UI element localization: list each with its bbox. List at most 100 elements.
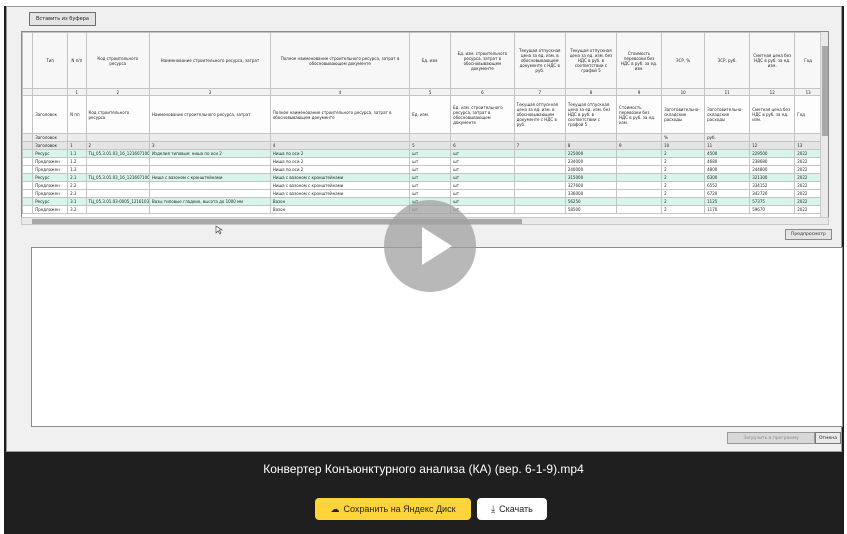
table-cell[interactable] [32,88,69,96]
table-cell[interactable]: 9 [616,88,663,96]
table-cell[interactable]: 336000 [564,189,618,198]
table-cell[interactable]: Текущая отпускная цена за ед. изм. в обо… [513,32,566,89]
table-cell[interactable]: шт [450,157,515,166]
table-cell[interactable]: Ед. изм. строительного ресурса, затрат в… [450,95,515,134]
table-cell[interactable]: 6720 [704,189,751,198]
save-to-yandex-disk-button[interactable]: ☁ Сохранить на Яндекс Диск [315,498,471,520]
table-cell[interactable]: Ед. изм. [409,32,452,89]
table-cell[interactable]: 2 [661,165,706,174]
table-cell[interactable]: 6552 [704,181,751,190]
table-cell[interactable]: 11 [704,141,751,150]
table-cell[interactable]: 238680 [749,157,796,166]
table-cell[interactable]: Код строительного ресурса [85,95,150,134]
table-cell[interactable]: 59670 [749,205,796,214]
table-cell[interactable]: Текущая отпускная цена за ед. изм. без Н… [564,32,618,89]
table-cell[interactable]: 7 [513,141,566,150]
table-cell[interactable]: шт [450,165,515,174]
table-cell[interactable]: 2 [661,189,706,198]
table-cell[interactable]: Ресурс [32,173,69,182]
table-cell[interactable]: 6 [450,88,515,96]
table-cell[interactable] [85,157,150,166]
table-cell[interactable]: 2 [661,205,706,214]
table-cell[interactable] [22,133,34,142]
table-cell[interactable]: Предложен [32,181,69,190]
table-cell[interactable]: 2.1 [67,173,87,182]
paste-from-clipboard-button[interactable]: Вставить из буфера [29,12,96,26]
table-cell[interactable]: 3 [149,88,271,96]
table-cell[interactable]: 4800 [704,165,751,174]
table-cell[interactable]: Стоимость перевозки без НДС в руб. за ед… [616,95,663,134]
table-cell[interactable]: 8 [564,141,618,150]
table-cell[interactable] [616,165,663,174]
table-row[interactable]: Ресурс 1.1 ТЦ_05.3.01.03_16_1216071008 Изде… [22,149,822,158]
resource-grid[interactable]: Тип N п/п Код строительного ресурса Наимено… [21,31,829,225]
table-cell[interactable]: 2.3 [67,189,87,198]
table-cell[interactable]: Предложен [32,157,69,166]
table-cell[interactable]: 11 [704,88,751,96]
table-cell[interactable] [564,133,618,142]
table-cell[interactable] [22,88,34,96]
table-cell[interactable]: 315000 [564,173,618,182]
table-cell[interactable] [22,197,34,206]
table-cell[interactable]: Вазон [269,197,411,206]
table-cell[interactable]: Наименование строительного ресурса, затр… [149,95,271,134]
table-cell[interactable]: Полное наименование строительного ресурс… [269,95,411,134]
table-cell[interactable] [85,189,150,198]
table-cell[interactable] [513,165,566,174]
table-cell[interactable]: 327600 [564,181,618,190]
table-cell[interactable]: Изделия типовые: ниша по оси 2 [149,149,271,158]
table-cell[interactable]: Год [794,95,822,134]
table-cell[interactable]: шт [450,149,515,158]
table-cell[interactable]: 2 [85,141,150,150]
table-cell[interactable]: 3.2 [67,205,87,214]
table-cell[interactable]: 10 [661,88,706,96]
table-cell[interactable] [269,133,411,142]
table-cell[interactable]: шт [450,181,515,190]
table-row[interactable]: Предложен 1.2 Ниша по оси 2 шт шт 234000 2 4680… [22,157,822,166]
table-cell[interactable]: шт [409,173,452,182]
table-cell[interactable] [85,181,150,190]
table-row[interactable]: Предложен 2.2 Ниша с вазоном с кронштейнам… [22,181,822,190]
table-cell[interactable]: 1 [67,88,87,96]
table-cell[interactable] [22,181,34,190]
table-cell[interactable]: 229500 [749,149,796,158]
table-cell[interactable] [22,189,34,198]
table-cell[interactable]: 2022 [794,189,822,198]
table-cell[interactable]: 342720 [749,189,796,198]
table-cell[interactable] [513,133,566,142]
table-cell[interactable]: 4 [269,141,411,150]
table-cell[interactable]: шт [409,149,452,158]
table-cell[interactable]: 240000 [564,165,618,174]
table-cell[interactable]: 2 [661,149,706,158]
table-cell[interactable]: 4500 [704,149,751,158]
table-cell[interactable]: Заголовок [32,95,69,134]
table-cell[interactable]: 5 [409,141,452,150]
table-cell[interactable]: 2 [661,173,706,182]
table-cell[interactable]: Ниша по оси 2 [269,165,411,174]
table-cell[interactable]: руб. [704,133,751,142]
table-cell[interactable]: 3.1 [67,197,87,206]
table-cell[interactable] [513,197,566,206]
table-cell[interactable] [22,149,34,158]
table-cell[interactable]: 56250 [564,197,618,206]
table-cell[interactable]: Заголовок [32,133,69,142]
table-cell[interactable]: 9 [616,141,663,150]
table-cell[interactable]: 321300 [749,173,796,182]
table-cell[interactable]: шт [450,189,515,198]
table-cell[interactable]: Текущая отпускная цена за ед. изм. в обо… [513,95,566,134]
table-cell[interactable]: Код строительного ресурса [85,32,150,89]
table-cell[interactable] [409,133,452,142]
table-cell[interactable] [616,205,663,214]
download-button[interactable]: ⤓ Скачать [477,498,547,520]
table-cell[interactable]: Предложен [32,189,69,198]
table-cell[interactable] [149,189,271,198]
table-cell[interactable] [616,181,663,190]
table-cell[interactable] [85,165,150,174]
table-cell[interactable]: Ниша с вазоном с кронштейнами [269,173,411,182]
table-cell[interactable] [149,157,271,166]
table-cell[interactable]: 6300 [704,173,751,182]
table-cell[interactable]: Заготовительно-складские расходы [661,95,706,134]
table-cell[interactable] [513,149,566,158]
table-cell[interactable]: Вазы типовые гладкие, высота до 1000 мм [149,197,271,206]
vertical-scroll-thumb[interactable] [822,46,828,136]
